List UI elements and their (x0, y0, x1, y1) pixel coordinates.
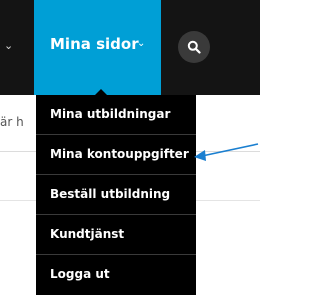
mina-sidor-dropdown-menu: Mina utbildningar Mina kontouppgifter Be… (36, 95, 196, 295)
chevron-down-icon[interactable]: ⌄ (4, 40, 13, 51)
menu-item-label: Mina utbildningar (50, 107, 171, 121)
nav-item-mina-sidor[interactable]: Mina sidor ⌄ (34, 0, 161, 95)
menu-item-label: Mina kontouppgifter (50, 147, 189, 161)
page-partial-text: är h (0, 115, 24, 129)
nav-item-label: Mina sidor (50, 35, 139, 53)
menu-item-label: Logga ut (50, 267, 110, 281)
menu-item-kundtjanst[interactable]: Kundtjänst (36, 215, 196, 255)
menu-item-label: Kundtjänst (50, 227, 125, 241)
top-navbar: ⌄ Mina sidor ⌄ (0, 0, 260, 95)
divider (196, 200, 260, 201)
annotation-arrow-icon (194, 143, 259, 161)
chevron-down-icon: ⌄ (137, 38, 146, 49)
menu-item-label: Beställ utbildning (50, 187, 171, 201)
search-icon (187, 40, 201, 54)
divider (0, 200, 36, 201)
search-button[interactable] (178, 31, 210, 63)
menu-item-logga-ut[interactable]: Logga ut (36, 255, 196, 295)
menu-item-mina-utbildningar[interactable]: Mina utbildningar (36, 95, 196, 135)
menu-item-mina-kontouppgifter[interactable]: Mina kontouppgifter (36, 135, 196, 175)
menu-item-bestall-utbildning[interactable]: Beställ utbildning (36, 175, 196, 215)
